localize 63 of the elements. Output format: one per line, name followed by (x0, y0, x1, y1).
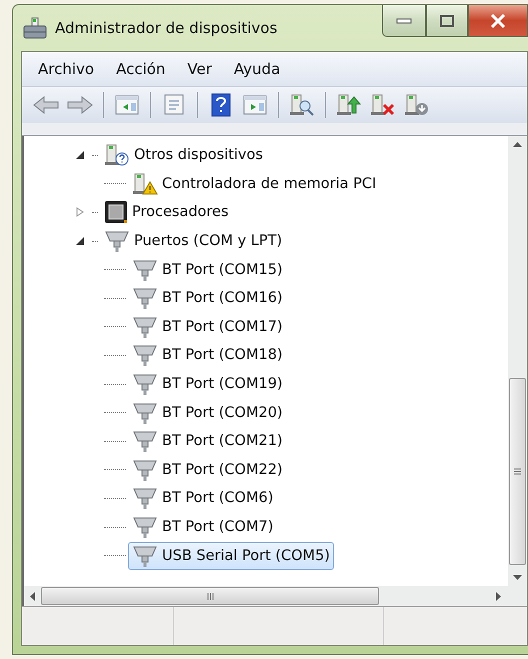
port-connector-icon (132, 258, 158, 282)
scroll-down-icon[interactable] (513, 575, 522, 580)
port-connector-icon (132, 515, 158, 540)
maximize-icon (440, 14, 454, 26)
tree-item[interactable]: Controladora de memoria PCI (128, 170, 380, 198)
tree-item[interactable]: BT Port (COM6) (128, 484, 278, 512)
minimize-icon (396, 18, 412, 24)
properties-icon (163, 94, 185, 116)
port-connector-icon (104, 229, 130, 254)
collapse-triangle-icon[interactable] (76, 237, 84, 246)
device-question-icon (104, 143, 130, 168)
close-button[interactable] (468, 5, 528, 37)
port-connector-icon (132, 458, 158, 482)
back-arrow-icon (33, 95, 59, 115)
scroll-up-icon[interactable] (513, 142, 522, 147)
device-warning-icon (132, 172, 158, 196)
tree-item[interactable]: BT Port (COM22) (128, 456, 287, 484)
scroll-right-icon[interactable] (496, 592, 501, 600)
port-connector-icon (132, 400, 158, 425)
scroll-thumb[interactable] (509, 378, 526, 565)
window-title: Administrador de dispositivos (55, 19, 278, 37)
update-icon (336, 93, 362, 117)
tree-item[interactable]: BT Port (COM16) (128, 284, 287, 312)
tree-item[interactable]: BT Port (COM17) (128, 312, 287, 341)
tree-item[interactable]: BT Port (COM15) (128, 256, 287, 284)
port-connector-icon (132, 343, 158, 368)
disable-icon (404, 93, 430, 117)
tree-item[interactable]: BT Port (COM19) (128, 370, 287, 398)
expand-triangle-icon[interactable] (76, 207, 84, 218)
help-icon (211, 93, 231, 117)
close-icon (490, 14, 506, 28)
menu-item[interactable]: Ver (179, 58, 220, 80)
tree-item[interactable]: Procesadores (100, 198, 233, 226)
device-manager-icon (23, 17, 47, 39)
menu-item[interactable]: Acción (108, 58, 174, 80)
tree-item[interactable]: BT Port (COM20) (128, 398, 287, 427)
tree-item[interactable]: Otros dispositivos (100, 141, 267, 170)
port-connector-icon (132, 486, 158, 510)
processor-icon (104, 200, 128, 224)
port-connector-icon (132, 286, 158, 310)
tree-item[interactable]: USB Serial Port (COM5) (128, 542, 334, 570)
vertical-scrollbar[interactable] (508, 136, 527, 586)
tree-item[interactable]: BT Port (COM21) (128, 427, 287, 456)
scroll-left-icon[interactable] (30, 592, 35, 600)
uninstall-icon (370, 93, 396, 117)
tree-item[interactable]: BT Port (COM18) (128, 341, 287, 370)
port-connector-icon (132, 372, 158, 396)
port-connector-icon (132, 544, 158, 568)
tree-item[interactable]: BT Port (COM7) (128, 513, 278, 542)
menu-item[interactable]: Ayuda (226, 58, 288, 80)
menu-item[interactable]: Archivo (30, 58, 102, 80)
scan-icon (289, 93, 315, 117)
scroll-thumb[interactable] (41, 587, 379, 605)
forward-arrow-icon (67, 95, 93, 115)
pane-icon (243, 95, 267, 115)
pane-icon (115, 95, 139, 115)
port-connector-icon (132, 314, 158, 339)
collapse-triangle-icon[interactable] (76, 151, 84, 160)
minimize-button[interactable] (382, 5, 426, 37)
port-connector-icon (132, 429, 158, 454)
horizontal-scrollbar[interactable] (22, 586, 527, 606)
maximize-button[interactable] (426, 5, 468, 37)
tree-item[interactable]: Puertos (COM y LPT) (100, 227, 286, 256)
